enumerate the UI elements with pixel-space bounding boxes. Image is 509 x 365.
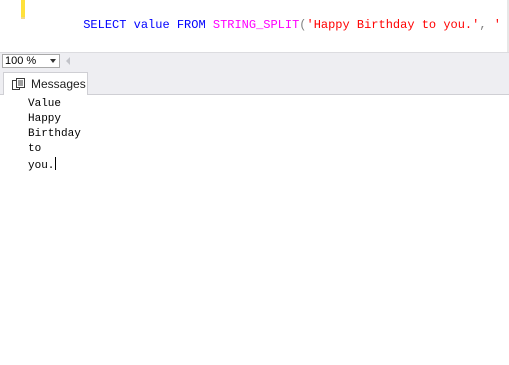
results-tab-strip: Messages xyxy=(0,70,509,95)
output-line-text: you. xyxy=(28,160,55,172)
unsaved-change-marker xyxy=(21,0,25,17)
sql-string-literal: 'Happy Birthday to you.' xyxy=(306,18,480,32)
scroll-left-arrow-icon[interactable] xyxy=(66,57,70,65)
sql-space xyxy=(170,18,177,32)
editor-zoom-bar: 100 % xyxy=(0,52,509,70)
tab-messages-label: Messages xyxy=(31,77,86,91)
sql-open-paren: ( xyxy=(299,18,307,32)
sql-space xyxy=(206,18,213,32)
query-editor[interactable]: SELECT value FROM STRING_SPLIT('Happy Bi… xyxy=(0,0,509,52)
query-text-line[interactable]: SELECT value FROM STRING_SPLIT('Happy Bi… xyxy=(40,1,509,49)
text-caret xyxy=(55,157,57,170)
sql-function-string-split: STRING_SPLIT xyxy=(212,18,300,32)
ssms-query-window: SELECT value FROM STRING_SPLIT('Happy Bi… xyxy=(0,0,509,365)
zoom-dropdown[interactable]: 100 % xyxy=(2,54,60,68)
messages-icon xyxy=(12,78,25,90)
output-line: to xyxy=(28,143,42,155)
sql-keyword-select: SELECT xyxy=(83,18,127,32)
sql-keyword-from: FROM xyxy=(176,18,206,32)
sql-comma: , xyxy=(479,18,494,32)
messages-pane[interactable]: Value Happy Birthday to you. xyxy=(0,95,509,365)
chevron-down-icon xyxy=(50,59,56,63)
zoom-value: 100 % xyxy=(5,55,37,67)
output-line: Happy xyxy=(28,113,62,125)
output-line: Value xyxy=(28,98,62,110)
sql-space xyxy=(126,18,133,32)
messages-output: Value Happy Birthday to you. xyxy=(28,97,81,172)
output-line: Birthday xyxy=(28,128,81,140)
sql-column-value: value xyxy=(133,18,170,32)
output-line-last: you. xyxy=(28,157,81,172)
tab-messages[interactable]: Messages xyxy=(3,72,88,95)
